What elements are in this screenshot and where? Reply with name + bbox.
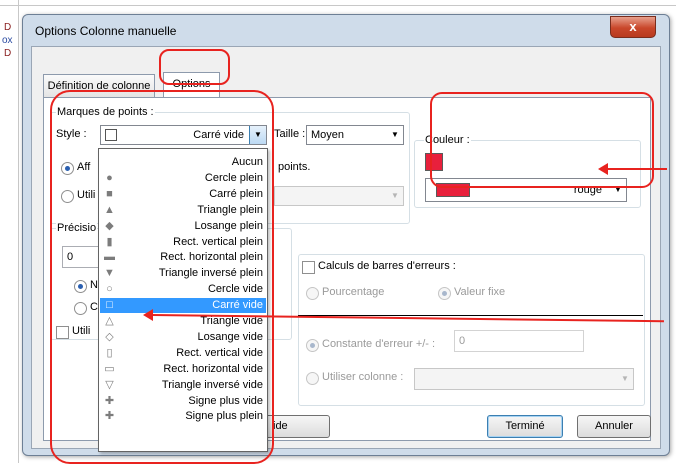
annotation-box-options-tab [159,49,230,85]
error-constant-input[interactable]: 0 [454,330,584,352]
error-constant-label: Constante d'erreur +/- : [322,338,436,350]
error-constant-value: 0 [459,335,466,347]
use-column-label: Utiliser colonne : [322,371,404,383]
bg-fragment: D [4,22,12,33]
chevron-down-icon[interactable]: ▼ [387,126,403,144]
done-button[interactable]: Terminé [487,415,563,438]
bg-gridline [18,0,19,463]
title-bar: Options Colonne manuelle x [23,15,669,47]
error-bars-checkbox[interactable] [302,261,315,274]
arrow-head-icon [143,309,153,321]
bg-gridline [0,5,676,6]
size-label: Taille : [274,128,306,140]
bg-fragment: D [4,48,12,59]
size-select[interactable]: Moyen ▼ [306,125,404,145]
size-select-value: Moyen [311,129,345,141]
cancel-button[interactable]: Annuler [577,415,651,438]
annotation-box-color [430,92,654,188]
bg-fragment: ox [2,35,13,46]
percent-radio-label: Pourcentage [322,286,385,298]
use-column-radio[interactable] [306,372,319,385]
percent-radio[interactable] [306,287,319,300]
annotation-box-style-list [50,90,274,464]
use-column-select[interactable]: ▼ [414,368,634,390]
points-label: points. [278,161,311,173]
dialog-title: Options Colonne manuelle [35,24,177,38]
chevron-down-icon: ▼ [621,374,629,383]
error-constant-radio[interactable] [306,339,319,352]
fixed-value-radio[interactable] [438,287,451,300]
arrow-head-icon [598,163,608,175]
close-button[interactable]: x [610,16,656,38]
error-bars-label: Calculs de barres d'erreurs : [318,260,456,272]
column-select-disabled: ▼ [274,186,404,206]
fixed-value-radio-label: Valeur fixe [454,286,506,298]
annotation-arrow [607,168,667,170]
chevron-down-icon: ▼ [391,191,399,200]
